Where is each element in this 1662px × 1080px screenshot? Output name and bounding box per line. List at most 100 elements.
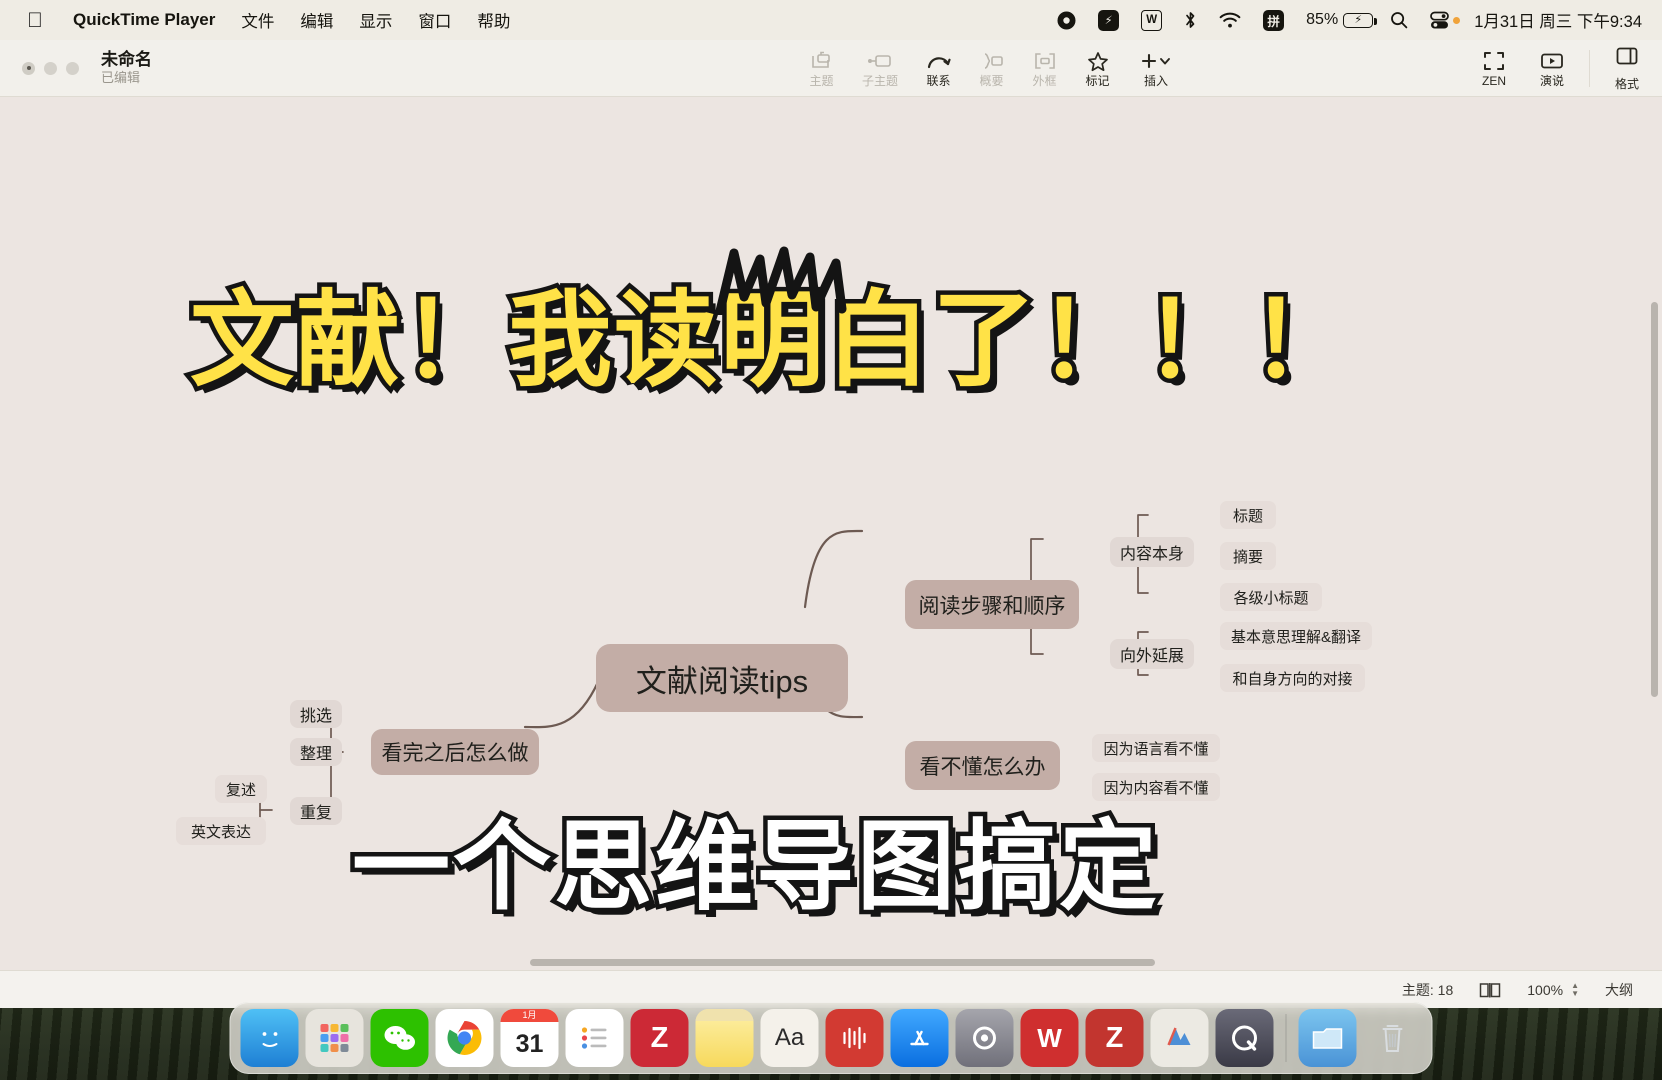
battery-percent: 85% [1306,11,1339,28]
zoom-button[interactable] [66,61,79,75]
dock-item-app-store[interactable] [890,1009,949,1067]
input-method-icon[interactable]: 拼 [1252,0,1295,40]
dock-item-logic-pro[interactable] [825,1009,884,1067]
dock-item-reminders[interactable] [565,1009,624,1067]
toolbar-label-summary: 概要 [979,74,1004,88]
outline-view-icon[interactable] [1466,981,1514,999]
zoom-stepper[interactable]: ▲ ▼ [1571,982,1579,998]
dock-item-downloads[interactable] [1298,1009,1357,1067]
toolbar-button-format[interactable]: 格式 [1598,40,1662,97]
dock-item-snipaste[interactable] [1150,1009,1209,1067]
spotlight-search-icon[interactable] [1379,0,1419,40]
bolt-badge-icon[interactable]: ⚡ [1087,0,1130,40]
mindmap-node-organize[interactable]: 整理 [290,738,342,766]
toolbar-button-boundary[interactable]: 外框 [1018,40,1071,97]
zotero-alt-letter: Z [1105,1021,1124,1054]
mindmap-node-repeat[interactable]: 重复 [290,797,342,825]
mindmap-leaf-abstract[interactable]: 摘要 [1220,542,1276,570]
relation-icon [926,50,952,72]
app-toolbar: 未命名 已编辑 主题 子主题 联系 概要 外框 标记 插入 ZEN 演说 格式 [0,40,1662,97]
mindmap-leaf-subheadings[interactable]: 各级小标题 [1220,583,1322,611]
mindmap-root-node[interactable]: 文献阅读tips [596,644,848,712]
mindmap-leaf-basic-meaning[interactable]: 基本意思理解&翻译 [1220,622,1372,650]
record-icon[interactable] [1046,0,1087,40]
mindmap-leaf-english-expression[interactable]: 英文表达 [176,817,266,845]
dock-item-launchpad[interactable] [305,1009,364,1067]
dock-item-quicktime[interactable] [1215,1009,1274,1067]
mindmap-leaf-language-barrier[interactable]: 因为语言看不懂 [1092,734,1220,762]
minimize-button[interactable] [44,61,57,75]
dock-item-finder[interactable] [240,1009,299,1067]
mindmap-leaf-retell[interactable]: 复述 [215,775,267,803]
topic-icon [810,50,834,72]
toolbar-label-marker: 标记 [1085,74,1110,88]
dock-item-notes[interactable] [695,1009,754,1067]
mindmap-node-content-itself[interactable]: 内容本身 [1110,537,1194,567]
document-title-block[interactable]: 未命名 已编辑 [101,50,152,86]
dock-item-wps-office[interactable]: W [1020,1009,1079,1067]
toolbar-button-presentation[interactable]: 演说 [1523,40,1581,97]
subtopic-icon [867,50,893,72]
apple-menu-icon[interactable]:  [22,10,48,31]
toolbar-label-zen: ZEN [1482,74,1506,88]
dock-item-calendar[interactable]: 1月 31 [500,1009,559,1067]
outline-toggle[interactable]: 大纲 [1592,980,1646,1000]
mindmap-node-select[interactable]: 挑选 [290,700,342,728]
menu-item-file[interactable]: 文件 [228,8,287,32]
battery-status[interactable]: 85% ⚡ [1295,0,1379,40]
mindmap-leaf-align-direction[interactable]: 和自身方向的对接 [1220,664,1365,692]
toolbar-button-topic[interactable]: 主题 [795,40,848,97]
window-controls[interactable] [0,61,79,75]
boundary-icon [1032,50,1058,72]
youdao-icon[interactable]: W [1130,0,1173,40]
toolbar-divider [1589,50,1590,87]
menu-item-help[interactable]: 帮助 [464,8,523,32]
dock-item-zotero-alt[interactable]: Z [1085,1009,1144,1067]
bluetooth-icon[interactable] [1173,0,1208,40]
menu-item-edit[interactable]: 编辑 [287,8,346,32]
dock-item-system-settings[interactable] [955,1009,1014,1067]
mindmap-branch-reading-steps[interactable]: 阅读步骤和顺序 [905,580,1079,629]
menu-bar:  QuickTime Player 文件 编辑 显示 窗口 帮助 ⚡ W 拼 [0,0,1662,40]
dock-item-zotero[interactable]: Z [630,1009,689,1067]
horizontal-scrollbar[interactable] [530,959,1155,966]
toolbar-button-zen[interactable]: ZEN [1465,40,1523,97]
control-center-icon[interactable] [1419,0,1462,40]
toolbar-label-boundary: 外框 [1032,74,1057,88]
mindmap-node-outward-extension[interactable]: 向外延展 [1110,639,1194,669]
dock-item-wechat[interactable] [370,1009,429,1067]
dock-item-trash[interactable] [1364,1009,1422,1067]
close-button[interactable] [22,61,35,75]
toolbar-button-relation[interactable]: 联系 [912,40,965,97]
toolbar-label-insert: 插入 [1143,74,1168,88]
vertical-scrollbar[interactable] [1651,302,1658,697]
status-dot [1453,16,1461,24]
toolbar-label-presentation: 演说 [1539,74,1564,88]
notes-header [695,1009,754,1021]
menu-item-view[interactable]: 显示 [346,8,405,32]
mindmap-canvas[interactable]: 文献！我读明白了！！！ 文献阅读tips 阅读步骤和顺序 看不懂怎么办 看完之后… [0,97,1662,970]
toolbar-main-actions: 主题 子主题 联系 概要 外框 标记 插入 [795,40,1188,97]
document-status: 已编辑 [101,70,141,86]
toolbar-button-insert[interactable]: 插入 [1124,40,1188,97]
dock-item-chrome[interactable] [435,1009,494,1067]
toolbar-button-subtopic[interactable]: 子主题 [848,40,912,97]
menu-clock[interactable]: 1月31日 周三 下午9:34 [1462,8,1648,32]
toolbar-button-marker[interactable]: 标记 [1071,40,1124,97]
dictionary-letters: Aa [774,1024,805,1051]
format-panel-icon [1615,46,1639,71]
dock-divider [1285,1014,1287,1062]
mindmap-leaf-title[interactable]: 标题 [1220,501,1276,529]
wifi-icon[interactable] [1208,0,1252,40]
menu-item-window[interactable]: 窗口 [405,8,464,32]
calendar-day: 31 [515,1030,544,1058]
mindmap-branch-after-reading[interactable]: 看完之后怎么做 [371,729,539,775]
toolbar-right-actions: ZEN 演说 格式 [1465,40,1662,97]
dock-item-dictionary[interactable]: Aa [760,1009,819,1067]
menu-app-name[interactable]: QuickTime Player [60,10,228,30]
toolbar-button-summary[interactable]: 概要 [965,40,1018,97]
mindmap-branch-cannot-understand[interactable]: 看不懂怎么办 [905,741,1060,790]
zoom-control[interactable]: 100% ▲ ▼ [1514,982,1592,998]
toolbar-label-relation: 联系 [926,74,951,88]
calendar-month: 1月 [500,1009,559,1022]
